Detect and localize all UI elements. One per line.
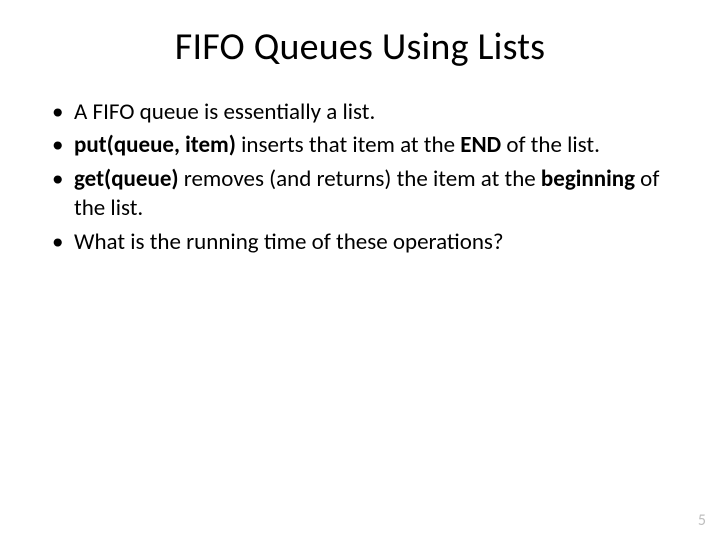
- slide-title: FIFO Queues Using Lists: [48, 24, 672, 70]
- bullet-text: A FIFO queue is essentially a list.: [74, 98, 375, 126]
- bullet-bold: put(queue, item): [74, 131, 236, 159]
- bullet-text: removes (and returns) the item at the: [179, 165, 541, 193]
- list-item: put(queue, item) inserts that item at th…: [48, 131, 672, 160]
- bullet-bold: END: [460, 131, 501, 159]
- list-item: What is the running time of these operat…: [48, 228, 672, 257]
- page-number: 5: [698, 511, 706, 530]
- bullet-list: A FIFO queue is essentially a list. put(…: [48, 98, 672, 257]
- list-item: get(queue) removes (and returns) the ite…: [48, 165, 672, 224]
- list-item: A FIFO queue is essentially a list.: [48, 98, 672, 127]
- bullet-text: What is the running time of these operat…: [74, 228, 504, 256]
- bullet-bold: get(queue): [74, 165, 179, 193]
- bullet-bold: beginning: [541, 165, 635, 193]
- slide: FIFO Queues Using Lists A FIFO queue is …: [0, 0, 720, 540]
- bullet-text: of the list.: [501, 131, 600, 159]
- bullet-text: inserts that item at the: [236, 131, 460, 159]
